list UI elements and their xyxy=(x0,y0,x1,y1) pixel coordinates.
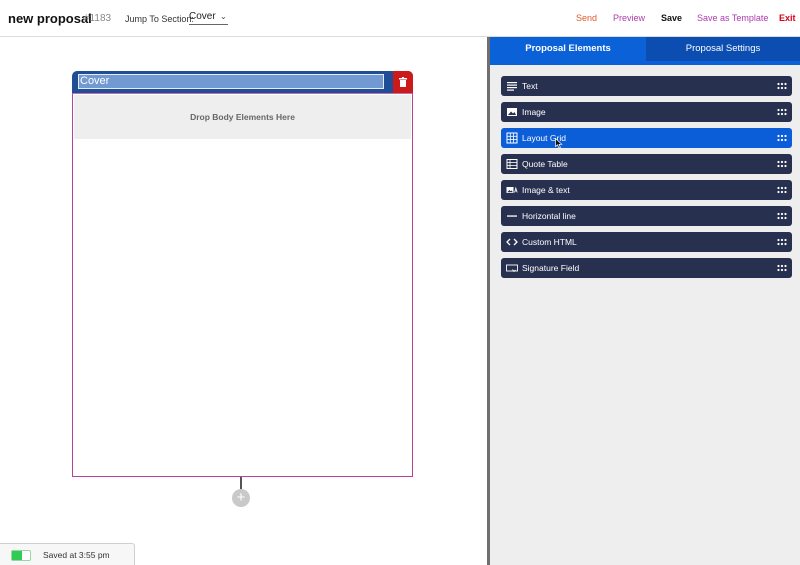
save-status-bar: Saved at 3:55 pm xyxy=(0,543,135,565)
element-signature-field[interactable]: Signature Field xyxy=(501,258,792,278)
proposal-canvas: Cover Drop Body Elements Here + xyxy=(0,37,487,565)
jump-to-section-label: Jump To Section: xyxy=(125,14,194,24)
preview-button[interactable]: Preview xyxy=(613,13,645,23)
drag-handle-icon[interactable] xyxy=(777,238,787,246)
section-connector xyxy=(240,477,242,489)
element-custom-html[interactable]: Custom HTML xyxy=(501,232,792,252)
element-horizontal-line[interactable]: Horizontal line xyxy=(501,206,792,226)
section-body: Drop Body Elements Here xyxy=(72,93,413,477)
drag-handle-icon[interactable] xyxy=(777,108,787,116)
save-button[interactable]: Save xyxy=(661,13,682,23)
toggle-knob xyxy=(12,551,22,560)
drag-handle-icon[interactable] xyxy=(777,134,787,142)
drag-handle-icon[interactable] xyxy=(777,212,787,220)
top-bar: new proposal #1183 Jump To Section: Cove… xyxy=(0,0,800,37)
element-layout-grid[interactable]: Layout Grid xyxy=(501,128,792,148)
image-icon xyxy=(507,108,517,116)
mouse-cursor-icon xyxy=(555,138,563,149)
drop-zone-text: Drop Body Elements Here xyxy=(190,112,295,122)
body-drop-zone[interactable]: Drop Body Elements Here xyxy=(74,95,411,139)
text-icon xyxy=(507,82,517,91)
element-label: Horizontal line xyxy=(522,211,576,221)
element-image[interactable]: Image xyxy=(501,102,792,122)
element-text[interactable]: Text xyxy=(501,76,792,96)
element-label: Image xyxy=(522,107,546,117)
element-label: Image & text xyxy=(522,185,570,195)
chevron-down-icon: ⌄ xyxy=(219,12,227,21)
add-section-button[interactable]: + xyxy=(232,489,250,507)
section-header: Cover xyxy=(72,71,413,93)
line-icon xyxy=(507,215,517,217)
trash-icon xyxy=(399,77,407,87)
exit-button[interactable]: Exit xyxy=(779,13,796,23)
element-label: Signature Field xyxy=(522,263,580,273)
plus-icon: + xyxy=(236,489,246,506)
autosave-toggle[interactable] xyxy=(11,550,31,561)
table-icon xyxy=(506,159,518,169)
element-label: Text xyxy=(522,81,538,91)
delete-section-button[interactable] xyxy=(393,71,413,93)
element-label: Custom HTML xyxy=(522,237,577,247)
section-name-input[interactable]: Cover xyxy=(78,74,384,89)
panel-tabs: Proposal Elements Proposal Settings xyxy=(490,37,800,61)
jump-to-section-value: Cover xyxy=(189,11,216,22)
save-as-template-button[interactable]: Save as Template xyxy=(697,13,768,23)
tab-proposal-elements[interactable]: Proposal Elements xyxy=(490,37,646,61)
tab-proposal-settings[interactable]: Proposal Settings xyxy=(646,37,800,61)
grid-icon xyxy=(506,132,518,144)
proposal-title[interactable]: new proposal xyxy=(8,11,92,26)
element-image-and-text[interactable]: Image & text xyxy=(501,180,792,200)
save-status-text: Saved at 3:55 pm xyxy=(43,550,110,560)
send-button[interactable]: Send xyxy=(576,13,597,23)
code-icon xyxy=(506,238,518,246)
elements-panel: Proposal Elements Proposal Settings Text… xyxy=(490,37,800,565)
jump-to-section-select[interactable]: Cover ⌄ xyxy=(189,11,228,25)
drag-handle-icon[interactable] xyxy=(777,186,787,194)
drag-handle-icon[interactable] xyxy=(777,264,787,272)
proposal-number: #1183 xyxy=(84,13,112,24)
element-label: Quote Table xyxy=(522,159,568,169)
signature-icon xyxy=(506,264,518,273)
drag-handle-icon[interactable] xyxy=(777,82,787,90)
active-tab-indicator xyxy=(490,61,800,65)
drag-handle-icon[interactable] xyxy=(777,160,787,168)
element-quote-table[interactable]: Quote Table xyxy=(501,154,792,174)
image-text-icon xyxy=(506,186,518,193)
